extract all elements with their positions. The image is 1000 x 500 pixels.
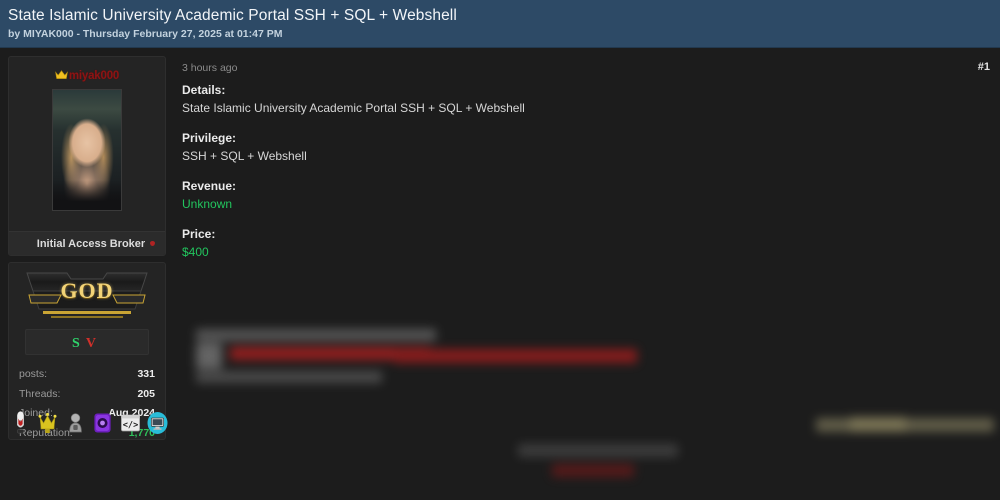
stat-threads: Threads: 205 — [19, 385, 155, 405]
author-username-row[interactable]: miyak000 — [17, 67, 157, 83]
award-monitor-icon[interactable] — [147, 411, 168, 435]
field-privilege-value: SSH + SQL + Webshell — [182, 149, 307, 163]
thread-byline: by MIYAK000 - Thursday February 27, 2025… — [8, 28, 283, 40]
field-revenue-label: Revenue: — [182, 179, 237, 193]
stat-threads-label: Threads: — [19, 387, 61, 400]
redacted-line — [518, 444, 678, 457]
field-price-value: $400 — [182, 245, 209, 259]
badge-verified-icon[interactable]: V — [86, 336, 102, 351]
redacted-block-2 — [512, 440, 688, 490]
author-card: miyak000 Initial Access Broker — [8, 56, 166, 256]
award-code-window-icon[interactable]: </> — [120, 411, 141, 435]
rank-label: GOD — [60, 278, 114, 303]
field-revenue: Revenue: Unknown — [182, 178, 992, 213]
redacted-block-1 — [182, 325, 652, 391]
author-usertitle: Initial Access Broker — [36, 238, 146, 250]
avatar[interactable] — [52, 89, 122, 211]
field-privilege-label: Privilege: — [182, 131, 237, 145]
redacted-thumbnail — [196, 343, 222, 369]
post-number[interactable]: #1 — [978, 61, 990, 73]
field-revenue-value: Unknown — [182, 197, 233, 211]
stat-threads-value: 205 — [137, 387, 155, 400]
rank-banner: GOD — [21, 269, 153, 323]
stat-posts-label: posts: — [19, 368, 48, 380]
avatar-image — [53, 90, 121, 210]
author-sidebar: miyak000 Initial Access Broker GOD SV po… — [8, 56, 168, 500]
award-crown-trophy-icon[interactable] — [37, 411, 58, 435]
redacted-line — [394, 349, 637, 363]
redacted-line — [196, 371, 382, 383]
award-purple-ring-icon[interactable] — [92, 411, 113, 435]
redacted-line — [552, 464, 634, 477]
author-rank-card: GOD SV posts: 331 Threads: 205 Joined: A… — [8, 262, 168, 440]
award-syringe-icon[interactable] — [10, 411, 31, 435]
author-title-bar: Initial Access Broker — [9, 231, 165, 255]
thread-title: State Islamic University Academic Portal… — [8, 7, 457, 24]
stat-posts-value: 331 — [137, 368, 155, 380]
redacted-line — [196, 329, 436, 341]
field-details-label: Details: — [182, 83, 226, 97]
author-badge-row: SV — [25, 329, 149, 355]
field-price: Price: $400 — [182, 226, 992, 261]
post-body: Details: State Islamic University Academ… — [182, 82, 992, 274]
post-timestamp: 3 hours ago — [182, 62, 238, 74]
svg-text:</>: </> — [123, 420, 139, 430]
field-details: Details: State Islamic University Academ… — [182, 82, 992, 117]
badge-seller-icon[interactable]: S — [72, 336, 86, 351]
field-details-value: State Islamic University Academic Portal… — [182, 101, 525, 115]
field-price-label: Price: — [182, 227, 216, 241]
stat-posts: posts: 331 — [19, 365, 155, 385]
redacted-block-3 — [810, 412, 1000, 444]
author-username[interactable]: miyak000 — [69, 70, 119, 82]
forum-thread-page: State Islamic University Academic Portal… — [0, 0, 1000, 500]
field-privilege: Privilege: SSH + SQL + Webshell — [182, 130, 992, 165]
thread-body: miyak000 Initial Access Broker GOD SV po… — [0, 48, 1000, 500]
award-lock-figure-icon[interactable] — [65, 411, 86, 435]
author-awards-row: </> — [9, 411, 168, 435]
crown-icon — [55, 68, 68, 84]
redacted-line — [850, 417, 906, 432]
thread-header: State Islamic University Academic Portal… — [0, 0, 1000, 48]
